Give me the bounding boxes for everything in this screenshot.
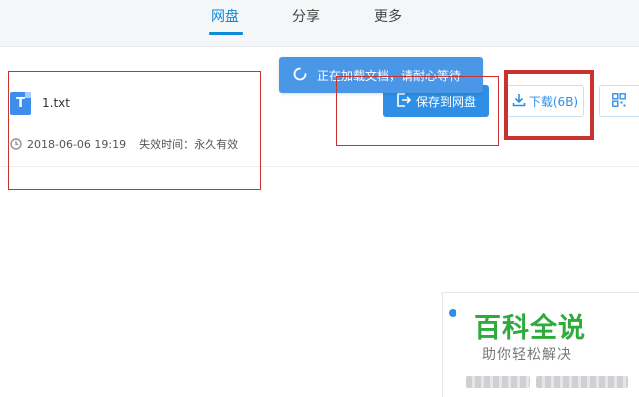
annotation-box-save	[336, 76, 499, 146]
annotation-box-download	[504, 70, 594, 140]
blurred-text	[466, 376, 530, 388]
qr-code-button[interactable]	[599, 85, 639, 117]
watermark-subtitle: 助你轻松解决	[482, 347, 572, 363]
tab-netdisk[interactable]: 网盘	[211, 6, 239, 26]
annotation-box-file-info	[8, 71, 261, 190]
qr-code-icon	[612, 92, 626, 111]
active-tab-indicator	[209, 32, 243, 35]
blurred-text	[536, 376, 628, 388]
watermark-title: 百科全说	[474, 313, 586, 344]
tab-share[interactable]: 分享	[292, 6, 320, 26]
tab-more[interactable]: 更多	[374, 6, 402, 26]
loading-spinner-icon	[293, 67, 307, 84]
top-navigation: 网盘 分享 更多	[0, 0, 639, 47]
